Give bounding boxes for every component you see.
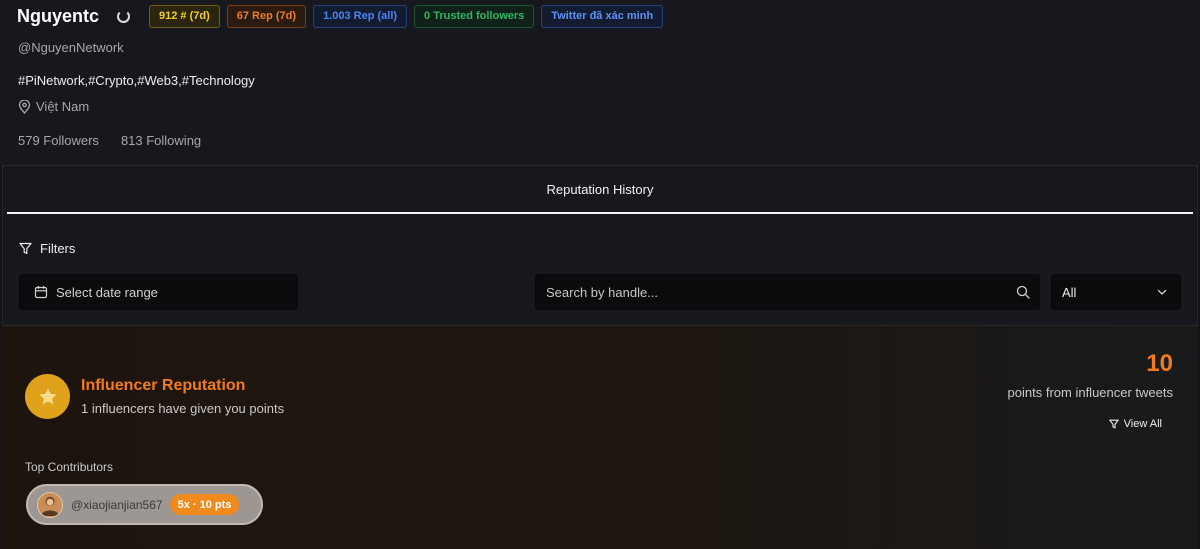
filter-icon [1108, 419, 1119, 429]
spinner-icon [117, 9, 131, 23]
date-range-label: Select date range [56, 284, 158, 300]
filters-label: Filters [40, 241, 76, 256]
rep-7d-badge: 67 Rep (7d) [226, 4, 307, 28]
reputation-panel: Reputation History Filters Select date r… [2, 165, 1198, 325]
rank-badge: 912 # (7d) [149, 4, 220, 28]
influencer-card: Influencer Reputation 1 influencers have… [2, 325, 1198, 549]
filter-icon [19, 242, 32, 255]
filter-select-value: All [1062, 284, 1077, 300]
chevron-down-icon [1157, 289, 1167, 295]
contributor-points-badge: 5x · 10 pts [169, 494, 240, 515]
star-icon [38, 387, 57, 404]
profile-handle: @NguyenNetwork [18, 40, 124, 55]
user-avatar [37, 491, 63, 518]
page: Nguyentc 912 # (7d) 67 Rep (7d) 1.003 Re… [0, 0, 1200, 549]
trusted-followers-badge: 0 Trusted followers [414, 4, 535, 28]
influencer-subtitle: 1 influencers have given you points [81, 401, 285, 416]
followers-count[interactable]: 579 Followers [18, 133, 99, 148]
influencer-title: Influencer Reputation [81, 377, 246, 394]
search-icon[interactable] [1016, 285, 1030, 299]
filter-select[interactable]: All [1051, 274, 1181, 310]
contributor-handle: @xiaojianjian567 [71, 497, 163, 512]
twitter-verified-badge: Twitter đã xác minh [541, 4, 664, 28]
view-all-button[interactable]: View All [1108, 418, 1162, 430]
profile-header: Nguyentc 912 # (7d) 67 Rep (7d) 1.003 Re… [0, 0, 1200, 165]
search-box [535, 274, 1040, 310]
follow-stats: 579 Followers 813 Following [18, 133, 201, 148]
calendar-icon [34, 286, 48, 299]
following-count[interactable]: 813 Following [121, 133, 201, 148]
profile-location: Việt Nam [18, 99, 89, 114]
top-contributors-label: Top Contributors [25, 460, 114, 474]
influencer-points-label: points from influencer tweets [1007, 385, 1173, 400]
profile-name-row: Nguyentc 912 # (7d) 67 Rep (7d) 1.003 Re… [17, 4, 670, 28]
location-label: Việt Nam [36, 99, 90, 114]
influencer-points: 10 [1146, 350, 1173, 377]
rep-all-badge: 1.003 Rep (all) [313, 4, 408, 28]
contributor-chip[interactable]: @xiaojianjian567 5x · 10 pts [26, 484, 263, 525]
search-input[interactable] [546, 284, 1016, 300]
profile-bio: #PiNetwork,#Crypto,#Web3,#Technology [18, 73, 255, 88]
location-pin-icon [18, 99, 31, 114]
tab-reputation-history[interactable]: Reputation History [7, 166, 1193, 214]
filters-heading: Filters [19, 241, 75, 256]
date-range-button[interactable]: Select date range [19, 274, 298, 310]
profile-name: Nguyentc [17, 5, 100, 26]
influencer-badge [25, 374, 70, 419]
view-all-label: View All [1123, 418, 1162, 430]
